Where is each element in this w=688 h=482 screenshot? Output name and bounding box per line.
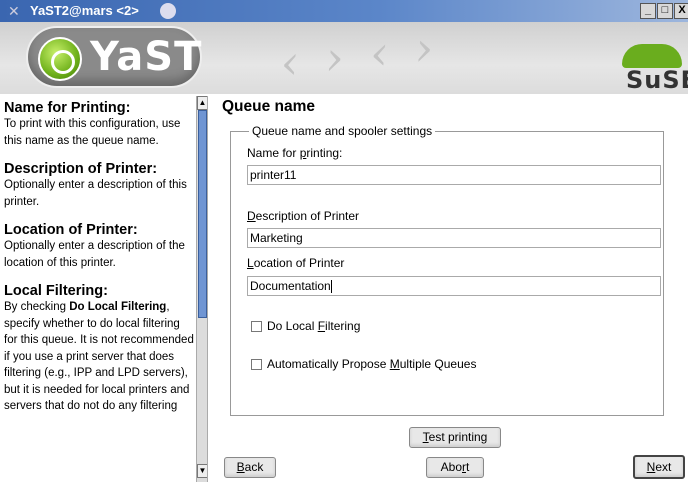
name-for-printing-input[interactable]: printer11	[247, 165, 661, 185]
name-for-printing-label: Name for printing:	[247, 146, 343, 160]
text-caret	[330, 280, 332, 294]
next-button[interactable]: Next	[633, 455, 685, 479]
scroll-down-arrow-icon[interactable]: ▼	[197, 464, 207, 478]
page-title: Queue name	[222, 98, 316, 115]
help-text-filtering: By checking Do Local Filtering, specify …	[4, 301, 194, 412]
maximize-button[interactable]: □	[657, 3, 673, 19]
yast-ball-icon	[38, 37, 82, 81]
yast-logo: YaST	[26, 26, 202, 88]
chameleon-icon	[622, 44, 682, 68]
multiple-queues-checkbox[interactable]	[251, 358, 262, 370]
description-input[interactable]: Marketing	[247, 228, 661, 248]
help-panel[interactable]: Name for Printing: To print with this co…	[0, 96, 208, 482]
suse-logo: SuSE	[616, 44, 688, 94]
help-content: Name for Printing: To print with this co…	[4, 96, 194, 415]
help-title-location: Location of Printer:	[4, 222, 138, 238]
header-banner: ‹ › ‹ › YaST SuSE	[0, 22, 688, 94]
local-filtering-label: Do Local Filtering	[267, 319, 361, 333]
help-text-location: Optionally enter a description of the lo…	[4, 240, 185, 269]
queue-settings-group: Queue name and spooler settings Name for…	[230, 124, 664, 416]
location-input[interactable]: Documentation	[247, 276, 661, 296]
help-scrollbar[interactable]: ▲ ▼	[196, 96, 207, 482]
sticky-icon[interactable]	[160, 3, 176, 19]
abort-button[interactable]: Abort	[426, 457, 484, 478]
help-title-filtering: Local Filtering:	[4, 283, 108, 299]
help-text-name: To print with this configuration, use th…	[4, 118, 181, 147]
local-filtering-checkbox[interactable]	[251, 320, 262, 332]
help-title-description: Description of Printer:	[4, 161, 158, 177]
location-label: Location of Printer	[247, 256, 345, 270]
help-title-name: Name for Printing:	[4, 100, 131, 116]
help-text-description: Optionally enter a description of this p…	[4, 179, 187, 208]
scroll-thumb[interactable]	[198, 110, 207, 318]
minimize-button[interactable]: _	[640, 3, 656, 19]
group-title: Queue name and spooler settings	[249, 124, 436, 138]
multiple-queues-label: Automatically Propose Multiple Queues	[267, 357, 477, 371]
window-titlebar[interactable]: ✕ YaST2@mars <2> _ □ X	[0, 0, 688, 22]
back-button[interactable]: Back	[224, 457, 276, 478]
multiple-queues-checkbox-row[interactable]: Automatically Propose Multiple Queues	[251, 357, 476, 371]
scroll-up-arrow-icon[interactable]: ▲	[197, 96, 207, 110]
local-filtering-checkbox-row[interactable]: Do Local Filtering	[251, 319, 360, 333]
banner-watermark: ‹ › ‹ ›	[277, 22, 442, 91]
description-label: Description of Printer	[247, 209, 360, 223]
window-title: YaST2@mars <2>	[30, 3, 139, 18]
test-printing-button[interactable]: Test printing	[409, 427, 501, 448]
app-icon[interactable]: ✕	[8, 3, 24, 19]
yast-logo-text: YaST	[90, 34, 203, 80]
suse-logo-text: SuSE	[626, 66, 688, 94]
close-button[interactable]: X	[674, 3, 688, 19]
